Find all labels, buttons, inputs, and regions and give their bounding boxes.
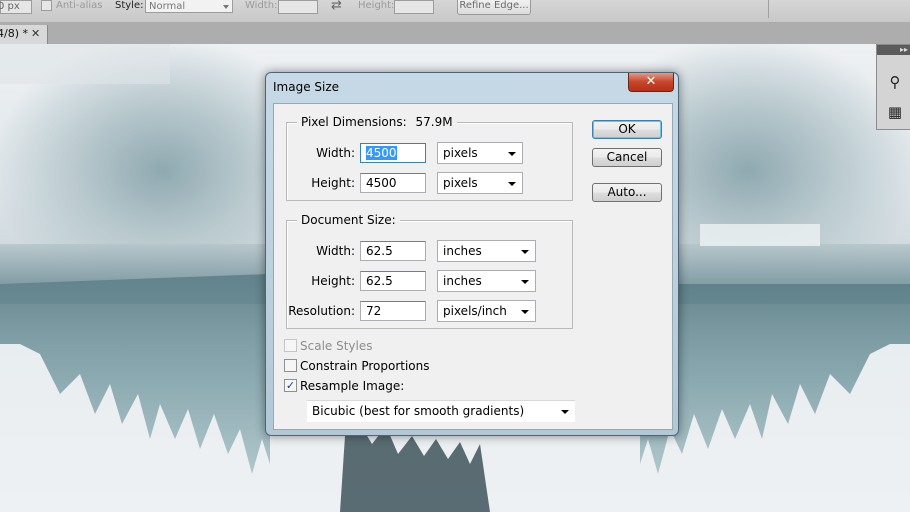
resample-method-value: Bicubic (best for smooth gradients) <box>312 404 525 418</box>
height-label: Height: <box>358 0 395 11</box>
document-width-label: Width: <box>316 244 355 258</box>
height-input[interactable] <box>394 0 434 14</box>
image-size-dialog: Image Size ✕ Pixel Dimensions: 57.9M Wid… <box>265 72 679 436</box>
anti-alias-checkbox[interactable] <box>41 0 52 11</box>
cancel-button[interactable]: Cancel <box>592 148 662 167</box>
width-label: Width: <box>245 0 278 11</box>
resample-method-select[interactable]: Bicubic (best for smooth gradients) <box>307 400 575 422</box>
feather-value: 0 px <box>0 1 20 12</box>
dialog-body: Pixel Dimensions: 57.9M Width: 4500 pixe… <box>273 103 673 430</box>
pixel-dimensions-label: Pixel Dimensions: <box>301 115 407 129</box>
constrain-proportions-checkbox[interactable] <box>284 359 297 372</box>
pixel-dimensions-group: Pixel Dimensions: 57.9M Width: 4500 pixe… <box>286 115 573 201</box>
pixel-width-value: 4500 <box>366 146 397 160</box>
chevron-down-icon <box>521 250 529 254</box>
chevron-down-icon <box>508 152 516 156</box>
scale-styles-label: Scale Styles <box>300 339 373 353</box>
usb-icon[interactable]: ⚲ <box>886 73 904 91</box>
pixel-width-label: Width: <box>316 146 355 160</box>
constrain-proportions-label: Constrain Proportions <box>300 359 430 373</box>
document-height-unit-select[interactable]: inches <box>437 270 536 292</box>
pixel-height-unit-select[interactable]: pixels <box>437 172 523 194</box>
options-bar: 0 px Anti-alias Style: Normal Width: ⇄ H… <box>0 0 910 23</box>
right-panel-dock: ▸▸ ⚲ ▦ <box>876 44 910 130</box>
document-size-label: Document Size: <box>297 213 400 227</box>
chevron-down-icon <box>508 182 516 186</box>
style-value: Normal <box>149 1 186 12</box>
pixel-dimensions-size: 57.9M <box>415 115 453 129</box>
toolbar-divider <box>768 0 769 18</box>
width-input[interactable] <box>278 0 318 14</box>
refine-edge-button[interactable]: Refine Edge... <box>457 0 531 15</box>
ok-button[interactable]: OK <box>592 120 662 139</box>
document-tab-title: 4/8) * <box>0 27 28 40</box>
dialog-title: Image Size <box>273 80 340 94</box>
document-height-label: Height: <box>311 274 355 288</box>
resolution-value: 72 <box>366 304 382 318</box>
pixel-height-input[interactable]: 4500 <box>360 173 426 193</box>
document-width-unit-select[interactable]: inches <box>437 240 536 262</box>
pixel-height-label: Height: <box>311 176 355 190</box>
pixel-dimensions-header: Pixel Dimensions: 57.9M <box>297 115 457 129</box>
checkmark-icon: ✓ <box>285 379 296 392</box>
panel-collapse-button[interactable]: ▸▸ <box>877 45 910 55</box>
chevron-down-icon <box>561 410 569 414</box>
resample-image-label: Resample Image: <box>300 379 405 393</box>
pixel-height-unit: pixels <box>443 176 478 190</box>
clone-source-icon[interactable]: ▦ <box>886 103 904 121</box>
resolution-unit: pixels/inch <box>443 304 507 318</box>
document-width-value: 62.5 <box>366 244 393 258</box>
pixel-height-value: 4500 <box>366 176 397 190</box>
pixel-width-unit-select[interactable]: pixels <box>437 142 523 164</box>
scale-styles-checkbox[interactable] <box>284 339 297 352</box>
resample-image-checkbox[interactable]: ✓ <box>284 379 297 392</box>
auto-button[interactable]: Auto... <box>592 183 662 202</box>
chevron-down-icon <box>521 280 529 284</box>
document-width-input[interactable]: 62.5 <box>360 241 426 261</box>
document-height-input[interactable]: 62.5 <box>360 271 426 291</box>
document-height-value: 62.5 <box>366 274 393 288</box>
pixel-width-unit: pixels <box>443 146 478 160</box>
pixel-width-input[interactable]: 4500 <box>360 143 426 163</box>
document-height-unit: inches <box>443 274 482 288</box>
resolution-unit-select[interactable]: pixels/inch <box>437 300 536 322</box>
document-tab-bar: 4/8) * ✕ <box>0 22 910 45</box>
document-size-group: Document Size: Width: 62.5 inches Height… <box>286 213 573 329</box>
document-width-unit: inches <box>443 244 482 258</box>
resolution-label: Resolution: <box>288 304 355 318</box>
close-icon[interactable]: ✕ <box>31 25 40 43</box>
close-button[interactable]: ✕ <box>628 73 674 92</box>
document-tab[interactable]: 4/8) * ✕ <box>0 25 48 44</box>
swap-icon[interactable]: ⇄ <box>331 0 342 12</box>
anti-alias-label: Anti-alias <box>56 0 103 11</box>
chevron-down-icon <box>521 310 529 314</box>
style-label: Style: <box>115 0 144 11</box>
chevron-down-icon <box>223 5 229 9</box>
style-select[interactable]: Normal <box>145 0 233 13</box>
resolution-input[interactable]: 72 <box>360 301 426 321</box>
feather-input[interactable]: 0 px <box>0 0 32 14</box>
